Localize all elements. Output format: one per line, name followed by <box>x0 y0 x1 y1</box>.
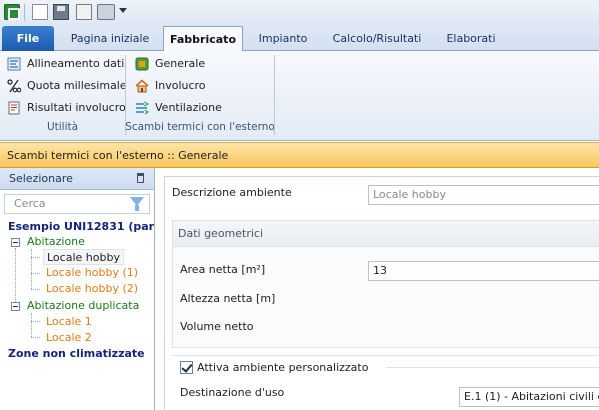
tab-pagina-iniziale[interactable]: Pagina iniziale <box>62 26 158 51</box>
filter-icon-stem <box>135 205 139 211</box>
new-document-icon[interactable] <box>32 4 48 20</box>
quick-access-toolbar <box>0 0 599 26</box>
ribbon-group-separator <box>274 55 275 135</box>
allineamento-dati-label: Allineamento dati <box>27 57 125 70</box>
allineamento-dati-button[interactable]: Allineamento dati <box>7 55 124 73</box>
panel-header-label: Selezionare <box>9 172 73 185</box>
tree-guide-line <box>31 313 32 337</box>
tree-item-abitazione-duplicata[interactable]: Abitazione duplicata <box>27 298 139 314</box>
tree-item-locale-2[interactable]: Locale 2 <box>46 330 92 346</box>
tree-item-locale-hobby[interactable]: Locale hobby <box>43 249 124 265</box>
generale-button[interactable]: Generale <box>135 55 205 73</box>
involucro-label: Involucro <box>155 79 206 92</box>
tree-guide-line <box>31 321 40 322</box>
selection-panel: Selezionare Cerca Esempio UNI12831 (parz… <box>0 168 155 410</box>
save-icon[interactable] <box>53 4 69 20</box>
pin-icon[interactable] <box>137 173 144 183</box>
tree-guide-line <box>31 337 40 338</box>
quota-millesimale-label: Quota millesimale <box>27 79 127 92</box>
tree-item-locale-hobby-2[interactable]: Locale hobby (2) <box>46 281 138 297</box>
print-icon[interactable] <box>97 4 115 20</box>
involucro-button[interactable]: Involucro <box>135 77 206 95</box>
panel-header: Selezionare <box>0 168 154 190</box>
tree-guide-line <box>31 273 40 274</box>
search-input[interactable]: Cerca <box>4 194 150 214</box>
dati-geometrici-header: Dati geometrici <box>173 221 599 247</box>
group-label-utilita: Utilità <box>46 121 79 133</box>
tree-guide-line <box>31 257 40 258</box>
destinazione-select[interactable]: E.1 (1) - Abitazioni civili e rurali <box>459 387 599 407</box>
page-title: Scambi termici con l'esterno :: Generale <box>0 142 599 168</box>
report-icon <box>8 101 20 115</box>
risultati-involucro-label: Risultati involucro <box>27 101 126 114</box>
volume-netto-label: Volume netto <box>180 320 254 333</box>
align-data-icon <box>7 57 21 71</box>
per-mille-icon <box>7 79 21 93</box>
descrizione-label: Descrizione ambiente <box>172 186 292 199</box>
collapse-icon[interactable] <box>11 302 20 311</box>
divider <box>172 355 599 356</box>
tree-item-locale-1[interactable]: Locale 1 <box>46 314 92 330</box>
altezza-netta-label: Altezza netta [m] <box>180 292 276 305</box>
tab-fabbricato[interactable]: Fabbricato <box>163 26 243 52</box>
ventilation-icon <box>136 101 149 115</box>
quota-millesimale-button[interactable]: Quota millesimale <box>7 77 127 95</box>
tree-guide-line <box>15 248 16 306</box>
tree-item-locale-hobby-1[interactable]: Locale hobby (1) <box>46 265 138 281</box>
house-icon <box>135 79 149 93</box>
tab-elaborati[interactable]: Elaborati <box>438 26 504 51</box>
calculator-icon[interactable] <box>76 4 92 20</box>
tree-item-abitazione[interactable]: Abitazione <box>27 234 85 250</box>
area-netta-label: Area netta [m²] <box>180 263 266 276</box>
risultati-involucro-button[interactable]: Risultati involucro <box>7 99 126 117</box>
tab-file[interactable]: File <box>2 26 54 51</box>
divider <box>386 367 599 368</box>
customize-dropdown-icon[interactable] <box>119 8 127 13</box>
attiva-label: Attiva ambiente personalizzato <box>197 361 369 374</box>
area-netta-field[interactable]: 13 <box>368 261 599 281</box>
generale-label: Generale <box>155 57 206 70</box>
ventilazione-label: Ventilazione <box>155 101 222 114</box>
toolbar-separator <box>24 4 25 21</box>
destinazione-label: Destinazione d'uso <box>180 386 285 399</box>
ribbon-panel: Allineamento dati Quota millesimale Risu… <box>0 51 599 141</box>
tab-calcolo-risultati[interactable]: Calcolo/Risultati <box>322 26 432 51</box>
tree-guide-line <box>31 289 40 290</box>
ribbon-tabs: File Pagina iniziale Fabbricato Impianto… <box>0 26 599 52</box>
group-label-scambi: Scambi termici con l'esterno <box>125 121 275 133</box>
attiva-checkbox[interactable] <box>180 361 193 374</box>
app-icon[interactable] <box>4 4 20 20</box>
collapse-icon[interactable] <box>11 238 20 247</box>
tree-guide-line <box>31 249 32 289</box>
tab-impianto[interactable]: Impianto <box>248 26 318 51</box>
descrizione-field[interactable]: Locale hobby <box>368 185 599 205</box>
ventilazione-button[interactable]: Ventilazione <box>135 99 222 117</box>
tree-root[interactable]: Esempio UNI12831 (parziale) <box>8 219 154 235</box>
generale-icon <box>135 57 149 71</box>
content-area: Descrizione ambiente Locale hobby Dati g… <box>156 168 599 410</box>
tree-item-zone-non-climatizzate[interactable]: Zone non climatizzate <box>8 346 145 362</box>
